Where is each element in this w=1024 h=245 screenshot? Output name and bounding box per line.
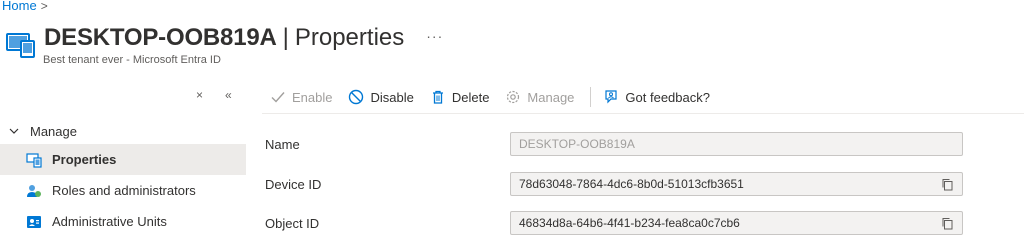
enable-button[interactable]: Enable — [270, 89, 332, 105]
chevron-down-icon — [9, 128, 19, 134]
close-icon[interactable]: × — [196, 88, 203, 102]
sidebar-item-label: Roles and administrators — [52, 183, 196, 198]
toolbar-divider — [590, 87, 592, 107]
breadcrumb-home-link[interactable]: Home — [2, 0, 37, 13]
object-id-field[interactable]: 46834d8a-64b6-4f41-b234-fea8ca0c7cb6 — [510, 211, 963, 235]
disable-button[interactable]: Disable — [348, 89, 414, 105]
page-subtitle: Best tenant ever - Microsoft Entra ID — [43, 54, 221, 66]
enable-label: Enable — [292, 89, 333, 105]
more-options-button[interactable]: ··· — [426, 28, 443, 44]
sidebar-controls: × « — [196, 88, 232, 102]
gear-icon — [507, 90, 520, 104]
name-field[interactable]: DESKTOP-OOB819A — [510, 132, 963, 156]
delete-button[interactable]: Delete — [430, 89, 490, 105]
checkmark-icon — [271, 92, 285, 103]
object-id-value: 46834d8a-64b6-4f41-b234-fea8ca0c7cb6 — [519, 216, 740, 230]
breadcrumb: Home > — [2, 0, 48, 13]
device-icon — [26, 152, 42, 168]
block-icon — [349, 89, 364, 105]
device-id-field[interactable]: 78d63048-7864-4dc6-8b0d-51013cfb3651 — [510, 172, 963, 196]
object-id-label: Object ID — [265, 215, 320, 231]
sidebar-item-label: Administrative Units — [52, 214, 167, 229]
title-separator: | — [282, 24, 289, 51]
copy-icon[interactable] — [941, 178, 954, 191]
device-id-row: Device ID 78d63048-7864-4dc6-8b0d-51013c… — [265, 172, 963, 196]
disable-label: Disable — [370, 89, 414, 105]
sidebar-group-manage[interactable]: Manage — [0, 118, 246, 144]
breadcrumb-separator: > — [40, 0, 48, 13]
feedback-icon — [605, 90, 618, 104]
feedback-label: Got feedback? — [625, 89, 710, 105]
sidebar-group-label: Manage — [30, 123, 77, 139]
collapse-sidebar-icon[interactable]: « — [225, 88, 232, 102]
trash-icon — [432, 90, 443, 104]
manage-button[interactable]: Manage — [505, 89, 574, 105]
name-row: Name DESKTOP-OOB819A — [265, 132, 963, 156]
sidebar-item-properties[interactable]: Properties — [0, 144, 246, 175]
device-icon — [6, 33, 35, 58]
toolbar-separator-line — [262, 113, 1024, 114]
manage-label: Manage — [527, 89, 575, 105]
admin-units-icon — [27, 215, 41, 228]
sidebar-item-roles[interactable]: Roles and administrators — [0, 175, 246, 206]
command-bar: Enable Disable Delete Manage Got feedbac… — [270, 85, 726, 109]
sidebar-item-label: Properties — [52, 152, 117, 167]
sidebar: Manage Properties Roles and administrato… — [0, 118, 246, 237]
page-title: Properties — [294, 24, 405, 51]
sidebar-item-administrative-units[interactable]: Administrative Units — [0, 206, 246, 237]
roles-icon — [27, 184, 41, 197]
device-name-title: DESKTOP-OOB819A — [44, 24, 277, 51]
device-id-value: 78d63048-7864-4dc6-8b0d-51013cfb3651 — [519, 177, 744, 191]
feedback-button[interactable]: Got feedback? — [603, 89, 710, 105]
object-id-row: Object ID 46834d8a-64b6-4f41-b234-fea8ca… — [265, 211, 963, 235]
name-label: Name — [265, 136, 300, 152]
delete-label: Delete — [451, 89, 490, 105]
copy-icon[interactable] — [941, 217, 954, 230]
device-id-label: Device ID — [265, 176, 322, 192]
